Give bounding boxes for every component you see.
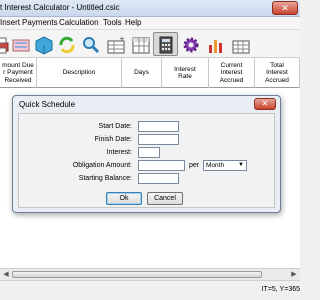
table-icon xyxy=(132,37,150,54)
menu-tools[interactable]: Tools xyxy=(103,18,122,27)
obligation-amount-field[interactable] xyxy=(138,160,185,171)
title-bar: t Interest Calculator - Untitled.csic ✕ xyxy=(0,0,300,17)
status-bar: IT=5, Y=365 xyxy=(0,280,300,300)
starting-balance-label: Starting Balance: xyxy=(78,175,132,182)
menu-help[interactable]: Help xyxy=(125,18,141,27)
box-icon xyxy=(35,36,53,55)
calculator-button[interactable] xyxy=(153,32,178,56)
finish-date-label: Finish Date: xyxy=(94,136,132,143)
dialog-body: Start Date: Finish Date: Interest: Oblig… xyxy=(18,113,275,208)
obligation-amount-label: Obligation Amount: xyxy=(72,162,132,169)
refresh-icon xyxy=(59,36,75,54)
window-title: t Interest Calculator - Untitled.csic xyxy=(0,3,120,12)
svg-text:+: + xyxy=(119,35,125,43)
per-label: per xyxy=(189,162,200,169)
column-days[interactable]: Days xyxy=(122,58,162,88)
schedule-grid-header: mount Due r Payment Received Description… xyxy=(0,58,300,88)
grid-icon xyxy=(232,40,250,54)
menu-calculation[interactable]: Calculation xyxy=(59,18,99,27)
scroll-right-icon[interactable]: ▶ xyxy=(289,270,299,279)
dialog-title: Quick Schedule xyxy=(19,100,76,109)
horizontal-scrollbar[interactable]: ◀ ▶ xyxy=(0,268,300,280)
scroll-left-icon[interactable]: ◀ xyxy=(1,270,11,279)
column-current-interest[interactable]: Current Interest Accrued xyxy=(209,58,255,88)
column-total-interest[interactable]: Total Interest Accrued xyxy=(255,58,300,88)
column-amount-due[interactable]: mount Due r Payment Received xyxy=(0,58,37,88)
tag-icon xyxy=(12,39,30,52)
menu-bar: Insert Payments Calculation Tools Help xyxy=(0,17,300,30)
scrollbar-thumb[interactable] xyxy=(12,271,262,278)
column-interest-rate[interactable]: Interest Rate xyxy=(162,58,209,88)
menu-payments[interactable]: Payments xyxy=(22,18,58,27)
add-row-button[interactable]: + xyxy=(103,32,128,56)
status-coordinates: IT=5, Y=365 xyxy=(261,286,300,293)
column-description[interactable]: Description xyxy=(37,58,122,88)
start-date-label: Start Date: xyxy=(98,123,132,130)
starting-balance-field[interactable] xyxy=(138,173,179,184)
search-icon xyxy=(83,37,100,54)
finish-date-field[interactable] xyxy=(138,134,179,145)
tag-button[interactable] xyxy=(8,32,33,56)
table-button[interactable] xyxy=(128,32,153,56)
grid-button[interactable] xyxy=(228,32,253,56)
start-date-field[interactable] xyxy=(138,121,179,132)
box-button[interactable] xyxy=(31,32,56,56)
period-select[interactable]: Month ▼ xyxy=(203,160,247,171)
quick-schedule-dialog: Quick Schedule ✕ Start Date: Finish Date… xyxy=(12,95,281,213)
add-row-icon: + xyxy=(107,35,125,54)
window-close-button[interactable]: ✕ xyxy=(272,1,298,15)
period-selected-value: Month xyxy=(206,162,225,169)
search-button[interactable] xyxy=(78,32,103,56)
cancel-button[interactable]: Cancel xyxy=(147,192,183,205)
refresh-button[interactable] xyxy=(54,32,79,56)
toolbar: + xyxy=(0,30,300,58)
ok-button[interactable]: Ok xyxy=(106,192,142,205)
gear-icon xyxy=(183,37,199,53)
chart-button[interactable] xyxy=(203,32,228,56)
calculator-icon xyxy=(159,36,173,54)
gear-button[interactable] xyxy=(178,32,203,56)
interest-label: Interest: xyxy=(106,149,132,156)
dialog-close-button[interactable]: ✕ xyxy=(254,98,276,110)
menu-insert[interactable]: Insert xyxy=(0,18,20,27)
chart-icon xyxy=(209,40,222,53)
chevron-down-icon: ▼ xyxy=(238,162,244,168)
interest-field[interactable] xyxy=(138,147,160,158)
